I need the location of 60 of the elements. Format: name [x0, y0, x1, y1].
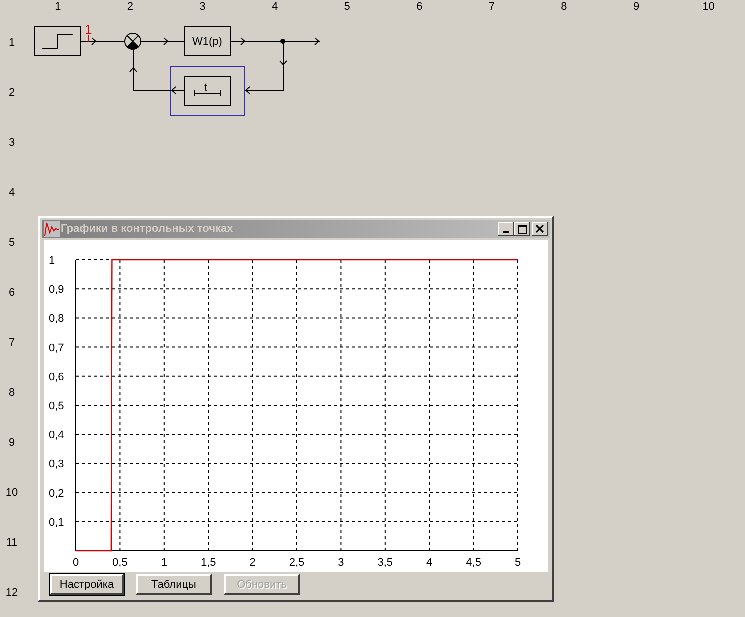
probe-label: 1 — [85, 22, 92, 37]
y-tick-label: 0,4 — [49, 430, 64, 442]
row-number: 8 — [8, 387, 16, 401]
column-number: 5 — [343, 1, 352, 13]
row-number: 4 — [8, 187, 16, 201]
row-number: 5 — [8, 237, 16, 251]
probe-marker — [88, 34, 89, 42]
x-tick-label: 0,5 — [112, 557, 128, 569]
column-number: 8 — [560, 1, 568, 13]
x-tick-label: 3,5 — [378, 557, 394, 569]
y-tick-label: 0,3 — [49, 458, 64, 471]
column-number: 1 — [54, 1, 62, 13]
column-number: 4 — [270, 1, 280, 13]
window-title: Графики в контрольных точках — [61, 223, 234, 235]
row-number: 10 — [4, 487, 20, 501]
maximize-button[interactable] — [514, 222, 530, 236]
row-number: 2 — [8, 87, 16, 101]
column-number: 6 — [416, 1, 424, 13]
row-number: 3 — [8, 137, 16, 151]
x-tick-label: 1,5 — [200, 557, 216, 569]
x-tick-label: 4 — [426, 557, 433, 569]
row-number: 1 — [8, 37, 16, 51]
close-icon — [536, 225, 544, 233]
column-number: 10 — [702, 1, 716, 13]
column-number: 7 — [488, 1, 496, 13]
graph-icon — [44, 221, 60, 237]
column-number: 9 — [632, 1, 641, 13]
x-tick-label: 0 — [72, 557, 80, 569]
feedback-connector — [130, 50, 184, 94]
y-tick-label: 0,2 — [49, 488, 64, 500]
step-block[interactable] — [34, 26, 81, 56]
y-tick-label: 0,8 — [49, 313, 64, 326]
close-button[interactable] — [532, 222, 548, 236]
row-number: 11 — [5, 537, 19, 551]
transfer-block[interactable]: W1(p) — [184, 26, 231, 56]
row-number: 6 — [8, 287, 16, 301]
column-number: 2 — [126, 1, 134, 13]
dialog-button[interactable]: Настройка — [50, 574, 124, 595]
row-number: 7 — [8, 337, 16, 351]
y-tick-label: 1 — [49, 255, 56, 267]
y-tick-label: 0,9 — [49, 284, 64, 296]
y-tick-label: 0,1 — [49, 516, 64, 529]
y-tick-label: 0,7 — [49, 342, 64, 354]
dialog-button[interactable]: Таблицы — [136, 574, 212, 595]
x-tick-label: 4,5 — [466, 557, 482, 569]
x-tick-label: 5 — [514, 557, 522, 569]
y-tick-label: 0,6 — [49, 371, 64, 384]
row-number: 12 — [4, 587, 20, 601]
delay-block[interactable]: t — [184, 76, 231, 106]
feedback-connector — [245, 42, 288, 94]
x-tick-label: 1 — [161, 557, 168, 569]
minimize-button[interactable] — [498, 222, 514, 236]
summing-junction[interactable] — [124, 33, 142, 50]
x-tick-label: 2,5 — [289, 557, 305, 569]
maximize-icon — [518, 224, 526, 234]
x-tick-label: 3 — [338, 557, 344, 569]
row-number: 9 — [8, 437, 16, 451]
y-tick-label: 0,5 — [49, 400, 64, 412]
column-number: 3 — [198, 1, 207, 13]
x-tick-label: 2 — [250, 557, 256, 569]
